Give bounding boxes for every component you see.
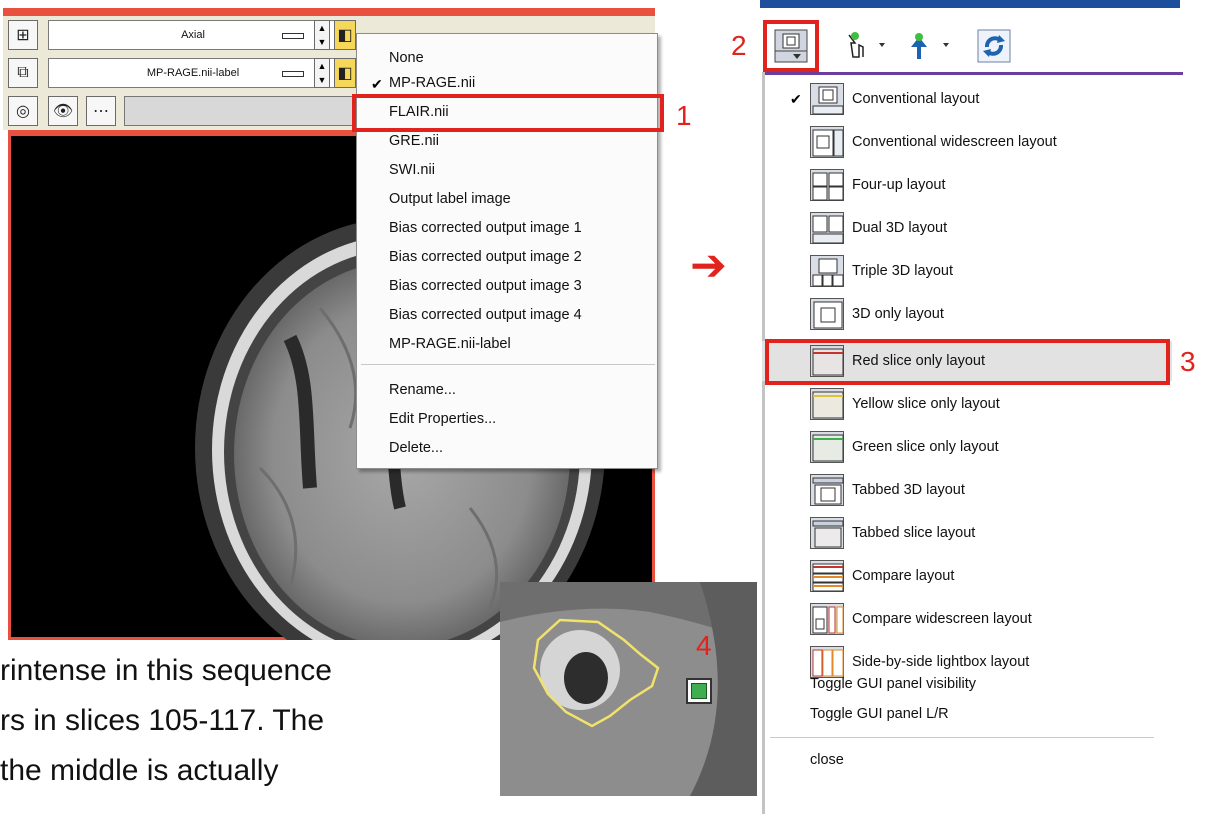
- annotation-number-4: 4: [696, 630, 712, 661]
- volume-option-bias-1[interactable]: Bias corrected output image 1: [389, 216, 582, 240]
- layout-option-conventional-layout[interactable]: ✔ Conventional layout: [762, 79, 1172, 119]
- volume-option-mprage-label[interactable]: MP-RAGE.nii-label: [389, 332, 511, 356]
- delete-action[interactable]: Delete...: [389, 436, 443, 460]
- layout-icon: [810, 603, 844, 635]
- label-layer-icon[interactable]: ⧉: [8, 58, 38, 88]
- slice-offset-slider[interactable]: [124, 96, 356, 126]
- layout-icon: [810, 255, 844, 287]
- eye-icon[interactable]: 👁: [48, 96, 78, 126]
- layout-option-green-slice-only-layout[interactable]: Green slice only layout: [762, 427, 1172, 467]
- layout-icon: [810, 298, 844, 330]
- volume-option-bias-3[interactable]: Bias corrected output image 3: [389, 274, 582, 298]
- volume-option-output-label[interactable]: Output label image: [389, 187, 511, 211]
- more-options-icon[interactable]: ⋯: [86, 96, 116, 126]
- layout-option-label: 3D only layout: [852, 306, 944, 322]
- caption-line-3: the middle is actually: [0, 754, 279, 787]
- interaction-mode-icon[interactable]: [838, 25, 890, 67]
- layout-option-label: Triple 3D layout: [852, 263, 954, 279]
- menu-separator: [361, 364, 655, 365]
- layout-icon: [810, 83, 844, 115]
- layout-icon: [810, 431, 844, 463]
- header-strip: [760, 0, 1180, 8]
- annotation-number-1: 1: [676, 100, 692, 131]
- layout-icon: [810, 212, 844, 244]
- layout-option-label: Dual 3D layout: [852, 220, 948, 236]
- layout-option-3d-only-layout[interactable]: 3D only layout: [762, 294, 1172, 334]
- orientation-label: Axial: [181, 29, 205, 41]
- highlight-box-1: [352, 94, 664, 132]
- layout-option-label: Yellow slice only layout: [852, 396, 1000, 412]
- toggle-gui-visibility[interactable]: Toggle GUI panel visibility: [810, 669, 976, 699]
- layout-menu-button[interactable]: [771, 25, 811, 67]
- segment-tool-icon[interactable]: [686, 678, 712, 704]
- layout-icon: [810, 517, 844, 549]
- spin-arrows-icon-2[interactable]: ▲ ▼: [314, 58, 330, 88]
- arrow-right-icon: ➔: [690, 241, 727, 290]
- layout-option-triple-3d-layout[interactable]: Triple 3D layout: [762, 251, 1172, 291]
- layout-option-compare-widescreen-layout[interactable]: Compare widescreen layout: [762, 599, 1172, 639]
- pin-icon[interactable]: ⊞: [8, 20, 38, 50]
- red-slice-bar: [3, 8, 655, 16]
- volume-option-bias-4[interactable]: Bias corrected output image 4: [389, 303, 582, 327]
- menu-top-border: [765, 72, 1183, 75]
- link-icon[interactable]: ◎: [8, 96, 38, 126]
- label-volume-value: MP-RAGE.nii-label: [146, 67, 240, 79]
- caption-line-1: rintense in this sequence: [0, 654, 332, 687]
- highlight-box-3: [765, 339, 1170, 385]
- close-menu-item[interactable]: close: [810, 745, 844, 775]
- layer-visibility-icon[interactable]: ◧: [334, 20, 356, 50]
- layout-option-conventional-widescreen-layout[interactable]: Conventional widescreen layout: [762, 122, 1172, 162]
- spin-arrows-icon[interactable]: ▲ ▼: [314, 20, 330, 50]
- layout-icon: [810, 474, 844, 506]
- layout-option-label: Compare widescreen layout: [852, 611, 1032, 627]
- caption-line-2: rs in slices 105-117. The: [0, 704, 325, 737]
- layout-option-label: Conventional layout: [852, 91, 980, 107]
- layout-option-label: Conventional widescreen layout: [852, 134, 1057, 150]
- check-icon: ✔: [371, 76, 383, 92]
- volume-option-bias-2[interactable]: Bias corrected output image 2: [389, 245, 582, 269]
- layout-option-label: Green slice only layout: [852, 439, 999, 455]
- annotation-number-2: 2: [731, 30, 747, 61]
- layout-icon: [810, 560, 844, 592]
- volume-option-none[interactable]: None: [389, 46, 424, 70]
- volume-option-mprage[interactable]: MP-RAGE.nii: [389, 71, 475, 95]
- layout-icon: [810, 169, 844, 201]
- check-icon: ✔: [790, 91, 802, 107]
- layout-option-dual-3d-layout[interactable]: Dual 3D layout: [762, 208, 1172, 248]
- edit-properties-action[interactable]: Edit Properties...: [389, 407, 496, 431]
- layout-option-compare-layout[interactable]: Compare layout: [762, 556, 1172, 596]
- slider-handle-icon-2: [282, 71, 304, 77]
- segmentation-inset-image: 4: [500, 582, 757, 796]
- volume-option-gre[interactable]: GRE.nii: [389, 129, 439, 153]
- layout-option-tabbed-slice-layout[interactable]: Tabbed slice layout: [762, 513, 1172, 553]
- layout-option-label: Tabbed slice layout: [852, 525, 976, 541]
- layout-option-yellow-slice-only-layout[interactable]: Yellow slice only layout: [762, 384, 1172, 424]
- rename-action[interactable]: Rename...: [389, 378, 456, 402]
- annotation-number-3: 3: [1180, 346, 1196, 377]
- slider-handle-icon: [282, 33, 304, 39]
- refresh-icon[interactable]: [974, 25, 1014, 67]
- layout-icon: [810, 388, 844, 420]
- layout-option-four-up-layout[interactable]: Four-up layout: [762, 165, 1172, 205]
- layout-option-label: Tabbed 3D layout: [852, 482, 965, 498]
- toggle-gui-lr[interactable]: Toggle GUI panel L/R: [810, 699, 949, 729]
- menu-separator-2: [770, 737, 1154, 738]
- layout-icon: [810, 126, 844, 158]
- volume-option-swi[interactable]: SWI.nii: [389, 158, 435, 182]
- layout-option-label: Compare layout: [852, 568, 955, 584]
- layout-option-label: Four-up layout: [852, 177, 946, 193]
- place-fiducial-icon[interactable]: [902, 25, 954, 67]
- layout-option-tabbed-3d-layout[interactable]: Tabbed 3D layout: [762, 470, 1172, 510]
- label-visibility-icon[interactable]: ◧: [334, 58, 356, 88]
